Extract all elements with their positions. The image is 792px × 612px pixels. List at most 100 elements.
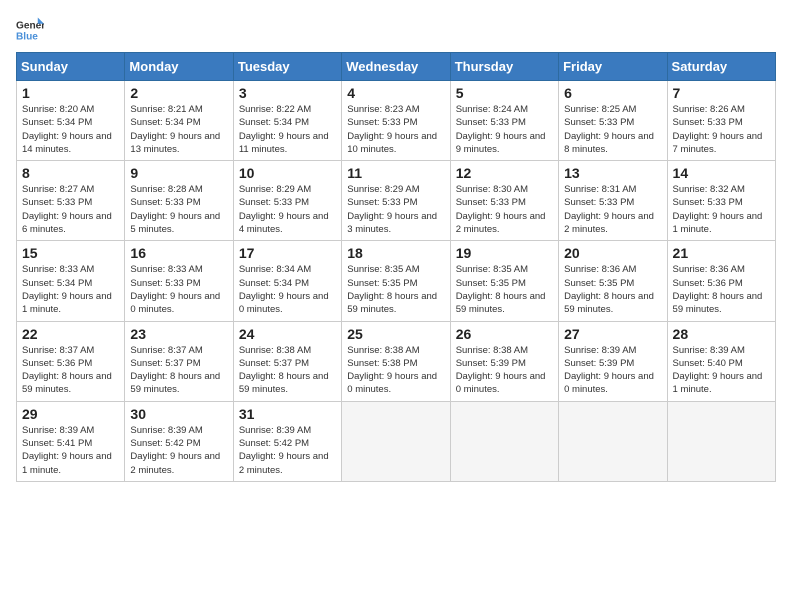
day-number: 18 [347, 245, 444, 261]
day-number: 6 [564, 85, 661, 101]
day-info: Sunrise: 8:20 AM Sunset: 5:34 PM Dayligh… [22, 103, 119, 156]
day-info: Sunrise: 8:38 AM Sunset: 5:38 PM Dayligh… [347, 344, 444, 397]
day-number: 21 [673, 245, 770, 261]
header-sunday: Sunday [17, 53, 125, 81]
day-info: Sunrise: 8:33 AM Sunset: 5:34 PM Dayligh… [22, 263, 119, 316]
calendar-cell: 9 Sunrise: 8:28 AM Sunset: 5:33 PM Dayli… [125, 161, 233, 241]
day-info: Sunrise: 8:28 AM Sunset: 5:33 PM Dayligh… [130, 183, 227, 236]
calendar-cell: 5 Sunrise: 8:24 AM Sunset: 5:33 PM Dayli… [450, 81, 558, 161]
calendar-cell: 17 Sunrise: 8:34 AM Sunset: 5:34 PM Dayl… [233, 241, 341, 321]
calendar-cell [342, 401, 450, 481]
day-info: Sunrise: 8:26 AM Sunset: 5:33 PM Dayligh… [673, 103, 770, 156]
calendar-cell: 1 Sunrise: 8:20 AM Sunset: 5:34 PM Dayli… [17, 81, 125, 161]
day-number: 10 [239, 165, 336, 181]
calendar-cell: 13 Sunrise: 8:31 AM Sunset: 5:33 PM Dayl… [559, 161, 667, 241]
calendar-cell: 29 Sunrise: 8:39 AM Sunset: 5:41 PM Dayl… [17, 401, 125, 481]
day-number: 27 [564, 326, 661, 342]
day-number: 25 [347, 326, 444, 342]
calendar-cell [667, 401, 775, 481]
calendar-cell: 27 Sunrise: 8:39 AM Sunset: 5:39 PM Dayl… [559, 321, 667, 401]
day-info: Sunrise: 8:29 AM Sunset: 5:33 PM Dayligh… [239, 183, 336, 236]
day-number: 5 [456, 85, 553, 101]
day-info: Sunrise: 8:39 AM Sunset: 5:42 PM Dayligh… [239, 424, 336, 477]
day-info: Sunrise: 8:21 AM Sunset: 5:34 PM Dayligh… [130, 103, 227, 156]
day-info: Sunrise: 8:35 AM Sunset: 5:35 PM Dayligh… [347, 263, 444, 316]
day-info: Sunrise: 8:25 AM Sunset: 5:33 PM Dayligh… [564, 103, 661, 156]
day-number: 29 [22, 406, 119, 422]
calendar-cell: 28 Sunrise: 8:39 AM Sunset: 5:40 PM Dayl… [667, 321, 775, 401]
day-info: Sunrise: 8:38 AM Sunset: 5:37 PM Dayligh… [239, 344, 336, 397]
calendar-cell: 7 Sunrise: 8:26 AM Sunset: 5:33 PM Dayli… [667, 81, 775, 161]
day-info: Sunrise: 8:34 AM Sunset: 5:34 PM Dayligh… [239, 263, 336, 316]
day-info: Sunrise: 8:22 AM Sunset: 5:34 PM Dayligh… [239, 103, 336, 156]
svg-text:Blue: Blue [16, 31, 38, 42]
page-header: General Blue [16, 16, 776, 44]
calendar-cell: 14 Sunrise: 8:32 AM Sunset: 5:33 PM Dayl… [667, 161, 775, 241]
day-info: Sunrise: 8:36 AM Sunset: 5:35 PM Dayligh… [564, 263, 661, 316]
logo: General Blue [16, 16, 44, 44]
header-friday: Friday [559, 53, 667, 81]
calendar-table: SundayMondayTuesdayWednesdayThursdayFrid… [16, 52, 776, 482]
day-number: 30 [130, 406, 227, 422]
calendar-cell: 3 Sunrise: 8:22 AM Sunset: 5:34 PM Dayli… [233, 81, 341, 161]
calendar-cell: 4 Sunrise: 8:23 AM Sunset: 5:33 PM Dayli… [342, 81, 450, 161]
calendar-cell: 22 Sunrise: 8:37 AM Sunset: 5:36 PM Dayl… [17, 321, 125, 401]
day-number: 7 [673, 85, 770, 101]
calendar-cell: 30 Sunrise: 8:39 AM Sunset: 5:42 PM Dayl… [125, 401, 233, 481]
day-info: Sunrise: 8:29 AM Sunset: 5:33 PM Dayligh… [347, 183, 444, 236]
day-number: 8 [22, 165, 119, 181]
calendar-cell: 12 Sunrise: 8:30 AM Sunset: 5:33 PM Dayl… [450, 161, 558, 241]
calendar-cell: 31 Sunrise: 8:39 AM Sunset: 5:42 PM Dayl… [233, 401, 341, 481]
header-saturday: Saturday [667, 53, 775, 81]
calendar-cell: 18 Sunrise: 8:35 AM Sunset: 5:35 PM Dayl… [342, 241, 450, 321]
calendar-cell: 15 Sunrise: 8:33 AM Sunset: 5:34 PM Dayl… [17, 241, 125, 321]
calendar-cell: 11 Sunrise: 8:29 AM Sunset: 5:33 PM Dayl… [342, 161, 450, 241]
day-info: Sunrise: 8:38 AM Sunset: 5:39 PM Dayligh… [456, 344, 553, 397]
day-number: 15 [22, 245, 119, 261]
day-number: 23 [130, 326, 227, 342]
day-number: 16 [130, 245, 227, 261]
day-info: Sunrise: 8:37 AM Sunset: 5:37 PM Dayligh… [130, 344, 227, 397]
calendar-cell: 21 Sunrise: 8:36 AM Sunset: 5:36 PM Dayl… [667, 241, 775, 321]
calendar-cell [559, 401, 667, 481]
day-info: Sunrise: 8:30 AM Sunset: 5:33 PM Dayligh… [456, 183, 553, 236]
calendar-cell: 26 Sunrise: 8:38 AM Sunset: 5:39 PM Dayl… [450, 321, 558, 401]
calendar-cell: 16 Sunrise: 8:33 AM Sunset: 5:33 PM Dayl… [125, 241, 233, 321]
day-info: Sunrise: 8:39 AM Sunset: 5:42 PM Dayligh… [130, 424, 227, 477]
day-number: 19 [456, 245, 553, 261]
day-number: 28 [673, 326, 770, 342]
calendar-cell: 2 Sunrise: 8:21 AM Sunset: 5:34 PM Dayli… [125, 81, 233, 161]
calendar-cell: 20 Sunrise: 8:36 AM Sunset: 5:35 PM Dayl… [559, 241, 667, 321]
day-info: Sunrise: 8:39 AM Sunset: 5:41 PM Dayligh… [22, 424, 119, 477]
day-number: 14 [673, 165, 770, 181]
day-number: 12 [456, 165, 553, 181]
calendar-week-1: 1 Sunrise: 8:20 AM Sunset: 5:34 PM Dayli… [17, 81, 776, 161]
calendar-cell: 6 Sunrise: 8:25 AM Sunset: 5:33 PM Dayli… [559, 81, 667, 161]
day-number: 24 [239, 326, 336, 342]
day-info: Sunrise: 8:27 AM Sunset: 5:33 PM Dayligh… [22, 183, 119, 236]
calendar-cell: 23 Sunrise: 8:37 AM Sunset: 5:37 PM Dayl… [125, 321, 233, 401]
calendar-week-4: 22 Sunrise: 8:37 AM Sunset: 5:36 PM Dayl… [17, 321, 776, 401]
day-number: 1 [22, 85, 119, 101]
calendar-week-2: 8 Sunrise: 8:27 AM Sunset: 5:33 PM Dayli… [17, 161, 776, 241]
calendar-cell: 25 Sunrise: 8:38 AM Sunset: 5:38 PM Dayl… [342, 321, 450, 401]
day-number: 20 [564, 245, 661, 261]
day-number: 2 [130, 85, 227, 101]
calendar-cell: 10 Sunrise: 8:29 AM Sunset: 5:33 PM Dayl… [233, 161, 341, 241]
day-info: Sunrise: 8:37 AM Sunset: 5:36 PM Dayligh… [22, 344, 119, 397]
calendar-week-3: 15 Sunrise: 8:33 AM Sunset: 5:34 PM Dayl… [17, 241, 776, 321]
day-number: 17 [239, 245, 336, 261]
header-thursday: Thursday [450, 53, 558, 81]
day-number: 13 [564, 165, 661, 181]
day-number: 9 [130, 165, 227, 181]
day-info: Sunrise: 8:36 AM Sunset: 5:36 PM Dayligh… [673, 263, 770, 316]
day-info: Sunrise: 8:39 AM Sunset: 5:40 PM Dayligh… [673, 344, 770, 397]
header-tuesday: Tuesday [233, 53, 341, 81]
calendar-cell: 19 Sunrise: 8:35 AM Sunset: 5:35 PM Dayl… [450, 241, 558, 321]
day-number: 11 [347, 165, 444, 181]
day-number: 3 [239, 85, 336, 101]
day-info: Sunrise: 8:23 AM Sunset: 5:33 PM Dayligh… [347, 103, 444, 156]
day-info: Sunrise: 8:33 AM Sunset: 5:33 PM Dayligh… [130, 263, 227, 316]
calendar-cell [450, 401, 558, 481]
day-info: Sunrise: 8:31 AM Sunset: 5:33 PM Dayligh… [564, 183, 661, 236]
